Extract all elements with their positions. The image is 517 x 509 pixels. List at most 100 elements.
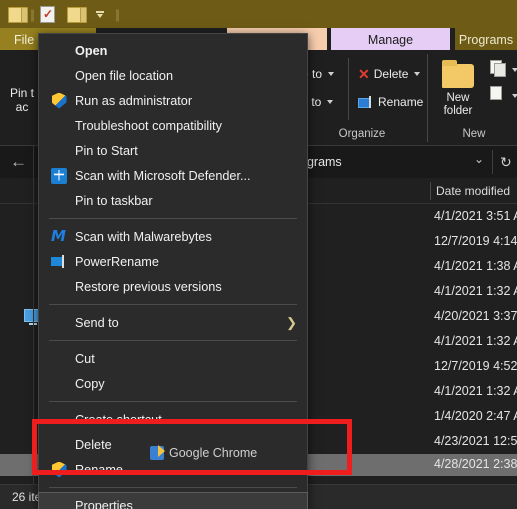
- delete-label: Delete: [373, 67, 409, 81]
- blank-icon: [47, 374, 71, 394]
- menu-item-send-to[interactable]: Send to ❯: [39, 310, 307, 335]
- qa-properties-button[interactable]: [40, 0, 55, 28]
- menu-item-copy[interactable]: Copy: [39, 371, 307, 396]
- new-folder-label-line2: folder: [443, 105, 473, 117]
- file-date: 4/23/2021 12:54: [434, 434, 517, 448]
- new-folder-label-line1: New: [446, 92, 470, 104]
- powerrename-icon: [47, 252, 71, 272]
- file-date: 4/1/2021 1:32 A: [434, 384, 517, 398]
- menu-item-open[interactable]: Open: [39, 38, 307, 63]
- file-date: 4/28/2021 2:38: [434, 457, 517, 471]
- menu-item-label: Create shortcut: [75, 412, 162, 427]
- menu-item-label: Pin to Start: [75, 143, 138, 158]
- menu-item-pin-to-taskbar[interactable]: Pin to taskbar: [39, 188, 307, 213]
- qa-separator-1: [27, 0, 36, 28]
- file-date: 4/1/2021 1:32 A: [434, 334, 517, 348]
- blank-icon: [47, 41, 71, 61]
- chrome-icon: [150, 445, 165, 460]
- rename-icon: [358, 95, 374, 108]
- pin-to-quick-access-button[interactable]: Pin t ac: [2, 86, 42, 114]
- easy-access-button[interactable]: [486, 86, 517, 106]
- menu-item-label: Scan with Malwarebytes: [75, 229, 212, 244]
- google-chrome-label: Google Chrome: [169, 446, 258, 460]
- menu-item-label: Rename: [75, 462, 123, 477]
- breadcrumb-dropdown-icon[interactable]: ⌄: [474, 152, 484, 166]
- blank-icon: [47, 349, 71, 369]
- new-item-button[interactable]: [486, 60, 517, 80]
- shield-icon: [47, 460, 71, 480]
- menu-item-label: Open: [75, 43, 108, 58]
- column-date-modified[interactable]: Date modified: [436, 184, 510, 198]
- blank-icon: [47, 277, 71, 297]
- file-date: 1/4/2020 2:47 A: [434, 409, 517, 423]
- menu-item-restore-previous-versions[interactable]: Restore previous versions: [39, 274, 307, 299]
- title-bar: [0, 0, 517, 28]
- delete-x-icon: ✕: [358, 66, 370, 82]
- shield-icon: [47, 91, 71, 111]
- contextual-tab-manage-2-header[interactable]: Manage: [331, 28, 450, 52]
- chevron-down-icon: [94, 8, 106, 20]
- pin-button-label-line1: Pin t: [9, 86, 34, 100]
- blank-icon: [47, 116, 71, 136]
- ribbon-group-new-label: New: [462, 128, 486, 140]
- menu-item-label: Pin to taskbar: [75, 193, 153, 208]
- qa-new-folder-button[interactable]: [67, 0, 87, 28]
- back-button[interactable]: ←: [10, 153, 28, 171]
- menu-item-label: Restore previous versions: [75, 279, 222, 294]
- ribbon-sep-1: [348, 58, 349, 120]
- menu-item-troubleshoot-compatibility[interactable]: Troubleshoot compatibility: [39, 113, 307, 138]
- chevron-down-icon: [327, 100, 334, 104]
- refresh-button[interactable]: ↻: [500, 154, 512, 171]
- menu-item-label: PowerRename: [75, 254, 159, 269]
- pin-button-label-line2: ac: [15, 100, 29, 114]
- chevron-right-icon: ❯: [286, 315, 297, 330]
- menu-item-cut[interactable]: Cut: [39, 346, 307, 371]
- blank-icon: [47, 141, 71, 161]
- menu-separator: [49, 340, 297, 341]
- file-date: 4/1/2021 1:38 A: [434, 259, 517, 273]
- file-date: 12/7/2019 4:14: [434, 234, 517, 248]
- blank-icon: [47, 496, 71, 509]
- qa-folder-button[interactable]: [8, 0, 28, 28]
- file-date: 12/7/2019 4:52: [434, 359, 517, 373]
- menu-item-open-file-location[interactable]: Open file location: [39, 63, 307, 88]
- menu-separator: [49, 487, 297, 488]
- blank-icon: [47, 313, 71, 333]
- file-date: 4/20/2021 3:37: [434, 309, 517, 323]
- rename-label: Rename: [378, 95, 424, 109]
- folder-icon: [8, 6, 28, 23]
- menu-item-run-as-administrator[interactable]: Run as administrator: [39, 88, 307, 113]
- menu-item-properties[interactable]: Properties: [38, 492, 308, 509]
- menu-item-pin-to-start[interactable]: Pin to Start: [39, 138, 307, 163]
- blank-icon: [47, 435, 71, 455]
- column-divider: [430, 182, 431, 200]
- chevron-down-icon: [512, 94, 517, 98]
- menu-item-scan-with-microsoft-defender[interactable]: Scan with Microsoft Defender...: [39, 163, 307, 188]
- chevron-down-icon: [328, 72, 335, 76]
- defender-icon: [47, 166, 71, 186]
- address-divider: [492, 150, 493, 174]
- menu-separator: [49, 401, 297, 402]
- nav-pane-divider: [33, 146, 34, 484]
- file-date: 4/1/2021 3:51 A: [434, 209, 517, 223]
- chevron-down-icon: [512, 68, 517, 72]
- menu-separator: [49, 304, 297, 305]
- rename-button[interactable]: Rename: [358, 95, 423, 109]
- qa-customize-button[interactable]: [94, 0, 106, 28]
- tab-programs[interactable]: Programs: [455, 28, 517, 52]
- menu-item-label: Properties: [75, 498, 133, 509]
- easy-access-icon: [490, 86, 502, 100]
- delete-button[interactable]: ✕ Delete: [358, 66, 421, 82]
- menu-item-label: Delete: [75, 437, 112, 452]
- menu-item-scan-with-malwarebytes[interactable]: M Scan with Malwarebytes: [39, 224, 307, 249]
- list-item-google-chrome[interactable]: Google Chrome: [150, 443, 350, 463]
- menu-item-label: Run as administrator: [75, 93, 193, 108]
- menu-item-label: Troubleshoot compatibility: [75, 118, 222, 133]
- blank-icon: [47, 66, 71, 86]
- properties-icon: [40, 5, 55, 23]
- menu-item-create-shortcut[interactable]: Create shortcut: [39, 407, 307, 432]
- menu-item-powerrename[interactable]: PowerRename: [39, 249, 307, 274]
- blank-icon: [47, 191, 71, 211]
- folder-icon: [442, 60, 476, 88]
- ribbon-group-organize-label: Organize: [338, 128, 386, 140]
